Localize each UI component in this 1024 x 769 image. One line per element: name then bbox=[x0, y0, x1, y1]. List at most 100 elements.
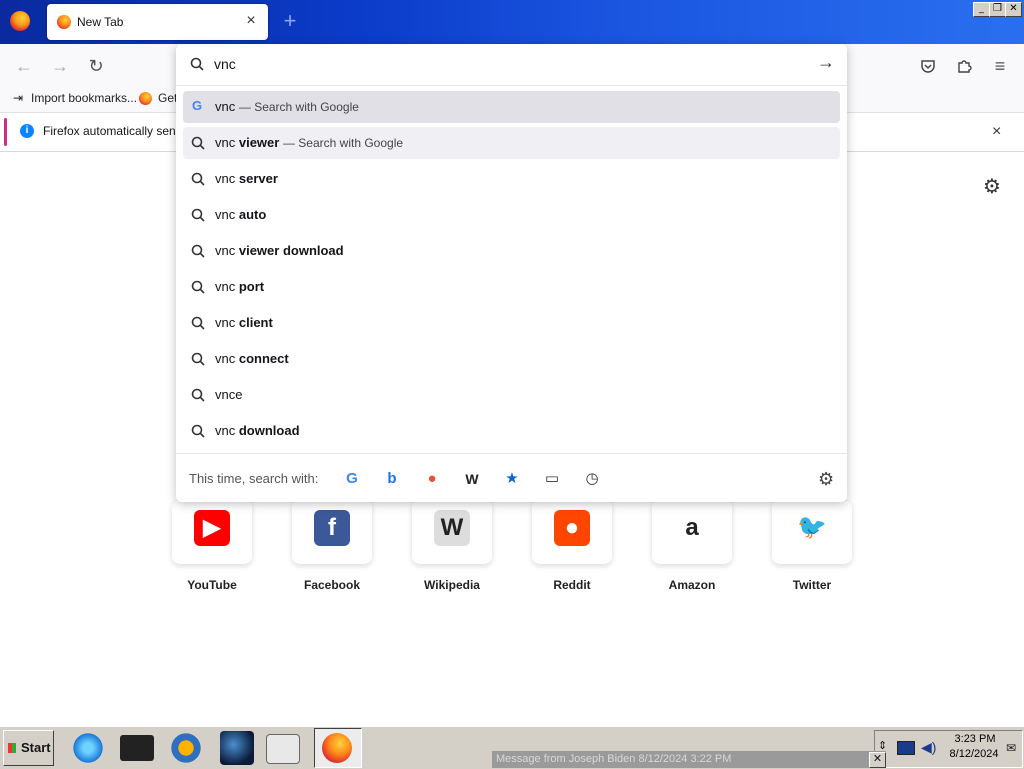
suggestion-bold: client bbox=[238, 315, 273, 330]
go-arrow-icon[interactable]: → bbox=[817, 52, 835, 73]
suggestion-prefix: vnc bbox=[215, 243, 236, 258]
site-logo-icon: ▶ bbox=[194, 510, 230, 546]
suggestion-bold: viewer bbox=[238, 135, 280, 150]
suggestion-text: vnc viewer — Search with Google bbox=[215, 135, 403, 150]
globe-app-icon[interactable] bbox=[220, 731, 254, 765]
site-logo-icon: f bbox=[314, 510, 350, 546]
suggestion-item[interactable]: Gvnc — Search with Google bbox=[183, 91, 840, 123]
urlbar-dropdown: → Gvnc — Search with Google vnc viewer — … bbox=[176, 44, 847, 502]
forward-arrow-icon[interactable]: → bbox=[49, 55, 71, 77]
suggestion-text: vnc viewer download bbox=[215, 243, 344, 258]
restore-button[interactable]: ❐ bbox=[989, 2, 1006, 17]
suggestion-item[interactable]: vnc port bbox=[183, 271, 840, 303]
top-site-label: YouTube bbox=[187, 578, 237, 592]
url-input[interactable] bbox=[214, 55, 794, 73]
import-bookmarks-icon: ⇥ bbox=[13, 91, 24, 105]
tab-title: New Tab bbox=[77, 15, 124, 29]
search-icon bbox=[191, 172, 205, 186]
suggestion-item[interactable]: vnc viewer — Search with Google bbox=[183, 127, 840, 159]
suggestion-item[interactable]: vnc server bbox=[183, 163, 840, 195]
search-icon bbox=[191, 388, 205, 402]
suggestion-text: vnc connect bbox=[215, 351, 289, 366]
top-site-label: Twitter bbox=[792, 578, 832, 592]
search-icon bbox=[191, 244, 205, 258]
close-window-button[interactable]: ✕ bbox=[1005, 2, 1022, 17]
suggestion-item[interactable]: vnc auto bbox=[183, 199, 840, 231]
bookmarks-star-icon[interactable]: ★ bbox=[501, 468, 523, 490]
history-clock-icon[interactable]: ◷ bbox=[581, 468, 603, 490]
bookmark-get[interactable]: Get bbox=[158, 91, 177, 105]
oneoff-label: This time, search with: bbox=[189, 471, 319, 486]
google-icon[interactable]: G bbox=[341, 468, 363, 490]
top-site-tile[interactable]: a bbox=[652, 500, 732, 564]
clock-date[interactable]: 8/12/2024 bbox=[944, 748, 1004, 760]
volume-icon[interactable]: ◀) bbox=[921, 739, 936, 756]
suggestion-prefix: vnce bbox=[215, 387, 243, 402]
tab-new-tab[interactable]: New Tab × bbox=[47, 4, 268, 40]
internet-explorer-icon[interactable] bbox=[71, 731, 105, 765]
suggestion-prefix: vnc bbox=[215, 315, 236, 330]
search-settings-gear-icon[interactable]: ⚙ bbox=[818, 469, 834, 490]
pocket-icon[interactable] bbox=[917, 55, 939, 77]
suggestion-item[interactable]: vnce bbox=[183, 379, 840, 411]
start-button[interactable]: Start bbox=[3, 730, 54, 766]
tabs-icon[interactable]: ▭ bbox=[541, 468, 563, 490]
notification-accent bbox=[4, 118, 7, 146]
top-site-tile[interactable]: ▶ bbox=[172, 500, 252, 564]
suggestion-prefix: vnc bbox=[215, 135, 236, 150]
suggestion-item[interactable]: vnc client bbox=[183, 307, 840, 339]
clock-time[interactable]: 3:23 PM bbox=[950, 733, 1000, 745]
bookmark-import[interactable]: Import bookmarks... bbox=[31, 91, 137, 105]
top-site-tile[interactable]: ● bbox=[532, 500, 612, 564]
notepad-icon[interactable] bbox=[266, 734, 300, 764]
action-center-icon[interactable]: ✉ bbox=[1006, 741, 1016, 755]
top-site-label: Facebook bbox=[303, 578, 360, 592]
top-site-twitter[interactable]: 🐦 Twitter bbox=[772, 500, 852, 592]
newtab-settings-gear-icon[interactable]: ⚙ bbox=[983, 174, 1001, 199]
suggestion-item[interactable]: vnc viewer download bbox=[183, 235, 840, 267]
top-site-wikipedia[interactable]: W Wikipedia bbox=[412, 500, 492, 592]
new-tab-plus-icon[interactable]: + bbox=[280, 10, 300, 32]
menu-hamburger-icon[interactable]: ≡ bbox=[989, 55, 1011, 77]
firefox-logo-icon[interactable] bbox=[10, 11, 30, 31]
firefox-taskbar-button[interactable] bbox=[314, 728, 362, 768]
site-logo-icon: a bbox=[674, 510, 710, 546]
suggestion-bold: auto bbox=[238, 207, 267, 222]
top-site-reddit[interactable]: ● Reddit bbox=[532, 500, 612, 592]
top-site-label: Wikipedia bbox=[424, 578, 480, 592]
notification-close-icon[interactable]: × bbox=[992, 123, 1001, 141]
top-site-facebook[interactable]: f Facebook bbox=[292, 500, 372, 592]
suggestion-item[interactable]: vnc download bbox=[183, 415, 840, 447]
wikipedia-icon[interactable]: W bbox=[461, 468, 483, 490]
firefox-icon bbox=[322, 733, 352, 763]
duckduckgo-icon[interactable]: ● bbox=[421, 468, 443, 490]
reload-icon[interactable]: ↻ bbox=[85, 55, 107, 77]
suggestion-prefix: vnc bbox=[215, 279, 236, 294]
extensions-puzzle-icon[interactable] bbox=[953, 55, 975, 77]
minimize-button[interactable]: _ bbox=[973, 2, 990, 17]
top-site-amazon[interactable]: a Amazon bbox=[652, 500, 732, 592]
search-icon bbox=[191, 352, 205, 366]
top-site-tile[interactable]: f bbox=[292, 500, 372, 564]
top-site-tile[interactable]: W bbox=[412, 500, 492, 564]
suggestion-prefix: vnc bbox=[215, 351, 236, 366]
tab-close-icon[interactable]: × bbox=[242, 12, 260, 30]
suggestion-prefix: vnc bbox=[215, 207, 236, 222]
firefox-bookmark-icon bbox=[139, 92, 152, 105]
top-site-tile[interactable]: 🐦 bbox=[772, 500, 852, 564]
suggestion-text: vnc port bbox=[215, 279, 264, 294]
network-icon[interactable] bbox=[897, 741, 915, 755]
top-site-youtube[interactable]: ▶ YouTube bbox=[172, 500, 252, 592]
message-close-icon[interactable]: ✕ bbox=[869, 752, 886, 768]
bing-icon[interactable]: b bbox=[381, 468, 403, 490]
site-logo-icon: 🐦 bbox=[794, 510, 830, 546]
suggestion-item[interactable]: vnc connect bbox=[183, 343, 840, 375]
suggestion-suffix: — Search with Google bbox=[238, 100, 359, 114]
suggestion-bold: download bbox=[238, 423, 300, 438]
terminal-icon[interactable] bbox=[120, 735, 154, 761]
media-player-icon[interactable] bbox=[169, 731, 203, 765]
search-icon bbox=[191, 280, 205, 294]
windows-flag-icon bbox=[8, 743, 16, 753]
back-arrow-icon[interactable]: ← bbox=[13, 55, 35, 77]
divider bbox=[176, 85, 847, 86]
